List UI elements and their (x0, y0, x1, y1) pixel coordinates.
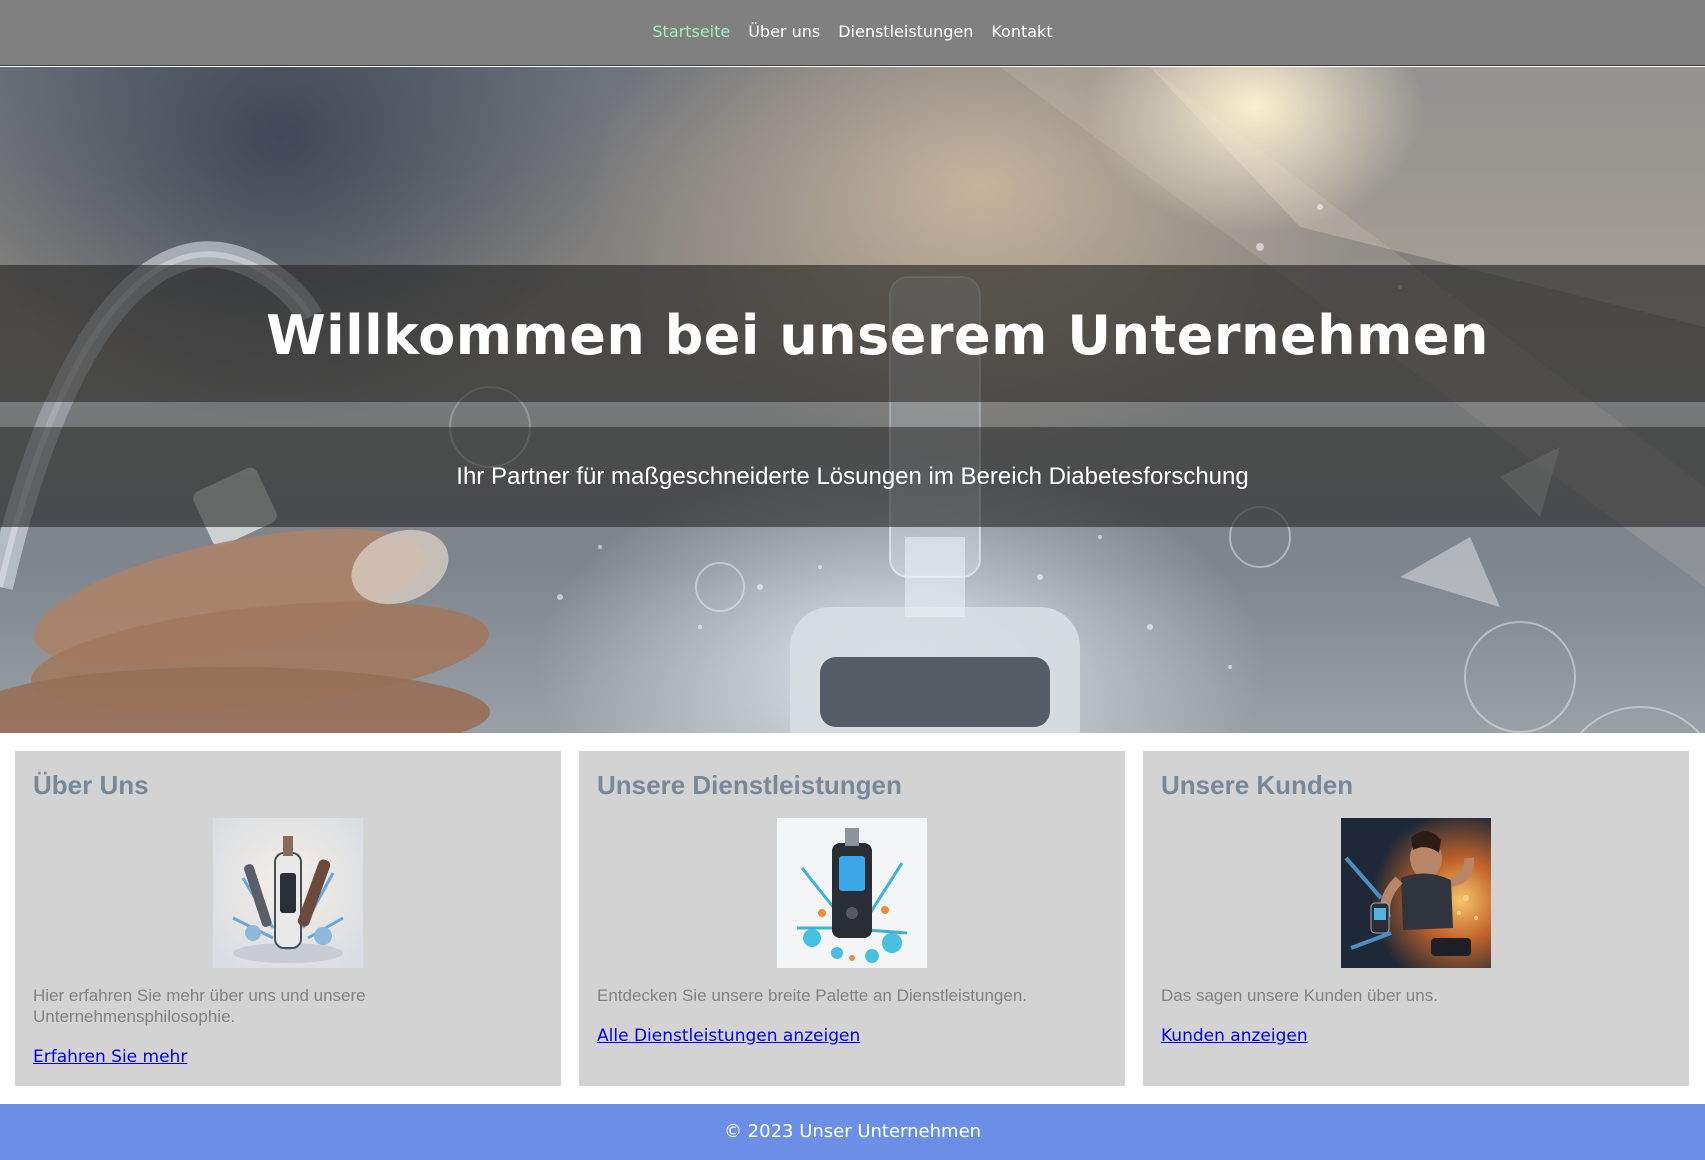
athlete-with-device-image (1341, 818, 1491, 968)
card-title: Unsere Kunden (1161, 770, 1354, 800)
insulin-pen-image (213, 818, 363, 968)
top-navigation: Startseite Über uns Dienstleistungen Kon… (0, 0, 1705, 66)
page-footer: © 2023 Unser Unternehmen (0, 1104, 1705, 1160)
glucose-meter-image (777, 818, 927, 968)
card-text: Das sagen unsere Kunden über uns. (1161, 986, 1438, 1005)
hero-section: Willkommen bei unserem Unternehmen Ihr P… (0, 67, 1705, 733)
card-text: Entdecken Sie unsere breite Palette an D… (597, 986, 1027, 1005)
card-dienstleistungen: Unsere Dienstleistungen Entdecken Sie un… (579, 751, 1125, 1086)
link-alle-dienstleistungen[interactable]: Alle Dienstleistungen anzeigen (597, 1026, 860, 1046)
card-kunden: Unsere Kunden Das sagen unsere Kunden üb… (1143, 751, 1689, 1086)
card-title: Über Uns (33, 770, 149, 800)
nav-link-dienstleistungen[interactable]: Dienstleistungen (829, 22, 982, 42)
nav-link-ueber-uns[interactable]: Über uns (739, 22, 829, 42)
card-title: Unsere Dienstleistungen (597, 770, 902, 800)
footer-copyright: © 2023 Unser Unternehmen (723, 1121, 982, 1142)
link-kunden-anzeigen[interactable]: Kunden anzeigen (1161, 1026, 1308, 1046)
card-text: Hier erfahren Sie mehr über uns und unse… (33, 986, 366, 1026)
nav-link-kontakt[interactable]: Kontakt (982, 22, 1061, 42)
feature-cards: Über Uns Hier erfahren Sie mehr über uns… (15, 751, 1690, 1086)
nav-link-startseite[interactable]: Startseite (643, 22, 739, 42)
hero-subtitle: Ihr Partner für maßgeschneiderte Lösunge… (456, 463, 1249, 490)
card-ueber-uns: Über Uns Hier erfahren Sie mehr über uns… (15, 751, 561, 1086)
link-erfahren-sie-mehr[interactable]: Erfahren Sie mehr (33, 1047, 187, 1067)
hero-title: Willkommen bei unserem Unternehmen (266, 304, 1489, 367)
hero-band-divider (0, 402, 1705, 427)
